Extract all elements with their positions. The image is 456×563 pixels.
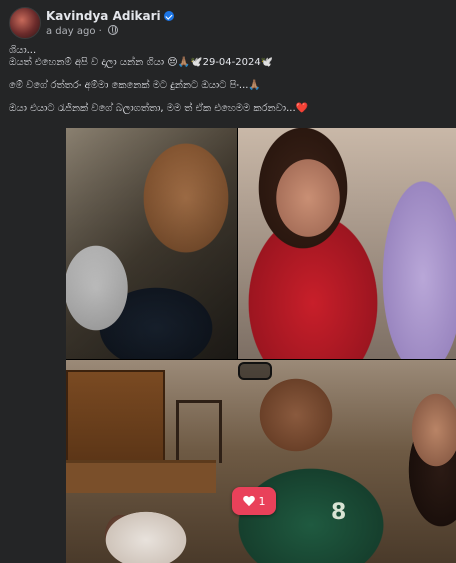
post-header: Kavindya Adikari a day ago ·	[0, 0, 456, 44]
photo-selfie-bedside[interactable]: 8	[66, 360, 456, 563]
author-name-row: Kavindya Adikari	[46, 9, 174, 23]
meta-separator: ·	[98, 26, 102, 37]
bed-headboard-shape	[66, 460, 216, 493]
photo-woman-red-dress[interactable]	[238, 128, 456, 359]
post-text-line: ශියා...	[9, 45, 37, 56]
post-text-line: ඔයා එයාට රැජිනක් වගේ බලාගත්තා, මම ත් ඒක …	[9, 103, 309, 114]
facebook-post: Kavindya Adikari a day ago · ශියා... ඔයත…	[0, 0, 456, 563]
post-text: ශියා... ඔයත් එහෙනම් අපි ව දාලා යන්න ගියා…	[9, 45, 449, 126]
sunglasses-shape	[238, 362, 272, 380]
verified-badge-icon	[163, 11, 174, 21]
post-text-line: ඔයත් එහෙනම් අපි ව දාලා යන්න ගියා 😔🙏🏽🕊️29…	[9, 57, 274, 68]
reaction-count: 1	[258, 494, 266, 508]
chair-shape	[176, 400, 222, 463]
shirt-number-shape: 8	[331, 500, 347, 525]
cabinet-shape	[66, 370, 165, 469]
post-meta: a day ago ·	[46, 25, 119, 37]
heart-icon	[243, 496, 255, 507]
post-timestamp[interactable]: a day ago	[46, 26, 95, 37]
globe-icon	[108, 25, 119, 35]
avatar[interactable]	[9, 7, 41, 39]
post-text-line: මේ වගේ රත්තරං අම්මා කෙනෙක් මට දුන්නට ඔයා…	[9, 80, 261, 91]
photo-hands[interactable]	[66, 128, 237, 359]
author-name[interactable]: Kavindya Adikari	[46, 9, 161, 23]
reaction-badge[interactable]: 1	[232, 487, 276, 515]
